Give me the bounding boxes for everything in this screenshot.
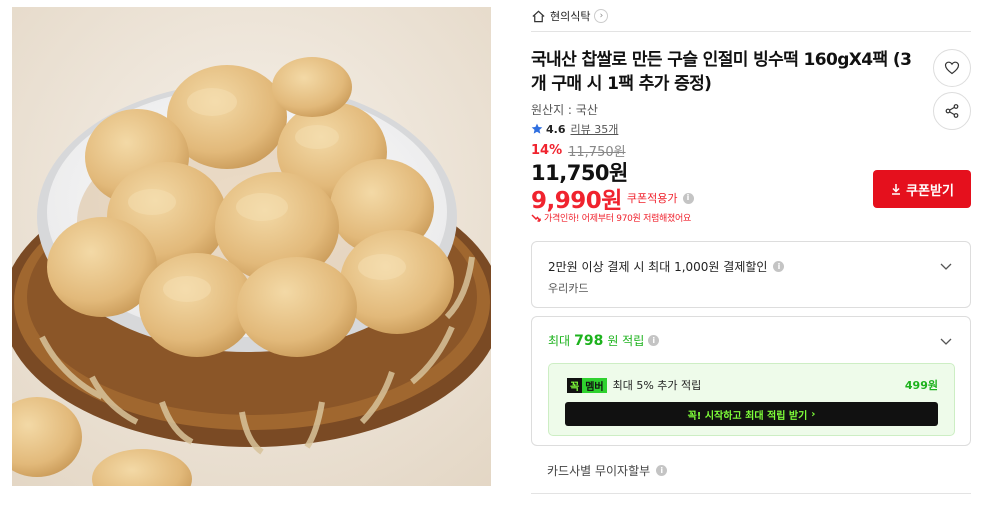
card-discount-box[interactable]: 2만원 이상 결제 시 최대 1,000원 결제할인 i 우리카드 <box>531 241 971 308</box>
chevron-down-icon[interactable] <box>940 260 952 272</box>
member-join-label: 꼭! 시작하고 최대 적립 받기 <box>687 410 808 422</box>
points-suffix: 원 적립 <box>607 334 645 348</box>
price-down-arrow-icon <box>531 213 541 222</box>
coupon-price-row: 9,990원 쿠폰적용가 i <box>531 181 694 215</box>
rating-score: 4.6 <box>546 122 566 136</box>
store-name: 현의식탁 <box>550 10 591 23</box>
divider <box>531 31 971 32</box>
home-icon <box>532 10 545 22</box>
coupon-applied-label: 쿠폰적용가 <box>626 192 678 205</box>
divider <box>531 493 971 494</box>
share-button[interactable] <box>933 92 971 130</box>
member-benefit-text: 최대 5% 추가 적립 <box>612 379 702 392</box>
product-image <box>12 7 491 486</box>
store-link[interactable]: 현의식탁 › <box>531 6 609 26</box>
price-drop-text: 가격인하! 어제부터 970원 저렴해졌어요 <box>544 214 691 224</box>
rating: 4.6 리뷰 35개 <box>531 121 618 137</box>
info-icon[interactable]: i <box>773 261 785 272</box>
chevron-right-icon: › <box>594 9 609 23</box>
wishlist-button[interactable] <box>933 49 971 87</box>
coupon-download-button[interactable]: 쿠폰받기 <box>873 170 971 208</box>
product-title: 국내산 찹쌀로 만든 구슬 인절미 빙수떡 160gX4팩 (3개 구매 시 1… <box>531 50 912 94</box>
member-badge-m: 멤버 <box>582 377 607 393</box>
origin-label: 원산지 : 국산 <box>531 103 598 117</box>
points-box: 최대 798 원 적립 i 꼭 멤버 최대 5% 추가 적립 499원 꼭! 시… <box>531 316 971 446</box>
info-icon[interactable]: i <box>656 465 668 476</box>
installment-row[interactable]: 카드사별 무이자할부 i <box>547 462 668 479</box>
heart-icon <box>944 61 960 75</box>
member-benefit-box: 꼭 멤버 최대 5% 추가 적립 499원 꼭! 시작하고 최대 적립 받기 › <box>548 363 955 436</box>
coupon-button-label: 쿠폰받기 <box>906 183 954 199</box>
discount-rate: 14% <box>531 143 563 158</box>
card-name: 우리카드 <box>548 282 589 295</box>
points-prefix: 최대 <box>548 334 571 348</box>
coupon-price: 9,990원 <box>531 188 622 214</box>
chevron-right-icon: › <box>811 408 816 420</box>
member-benefit-row: 꼭 멤버 최대 5% 추가 적립 499원 <box>567 377 938 393</box>
member-badge: 꼭 멤버 <box>567 377 607 393</box>
points-heading: 최대 798 원 적립 i <box>548 332 660 349</box>
card-discount-line: 2만원 이상 결제 시 최대 1,000원 결제할인 i <box>548 258 785 275</box>
member-points: 499원 <box>904 379 938 392</box>
share-icon <box>945 104 959 118</box>
info-icon[interactable]: i <box>682 192 694 204</box>
star-icon <box>531 123 543 134</box>
download-icon <box>892 184 901 195</box>
chevron-down-icon[interactable] <box>940 335 952 347</box>
info-icon[interactable]: i <box>648 335 660 346</box>
member-join-button[interactable]: 꼭! 시작하고 최대 적립 받기 › <box>565 402 938 426</box>
member-badge-k: 꼭 <box>567 377 583 393</box>
card-discount-text: 2만원 이상 결제 시 최대 1,000원 결제할인 <box>548 260 768 274</box>
price-drop-note: 가격인하! 어제부터 970원 저렴해졌어요 <box>531 211 691 224</box>
review-link[interactable]: 리뷰 35개 <box>571 121 619 137</box>
points-amount: 798 <box>574 332 604 349</box>
installment-text: 카드사별 무이자할부 <box>547 464 651 478</box>
